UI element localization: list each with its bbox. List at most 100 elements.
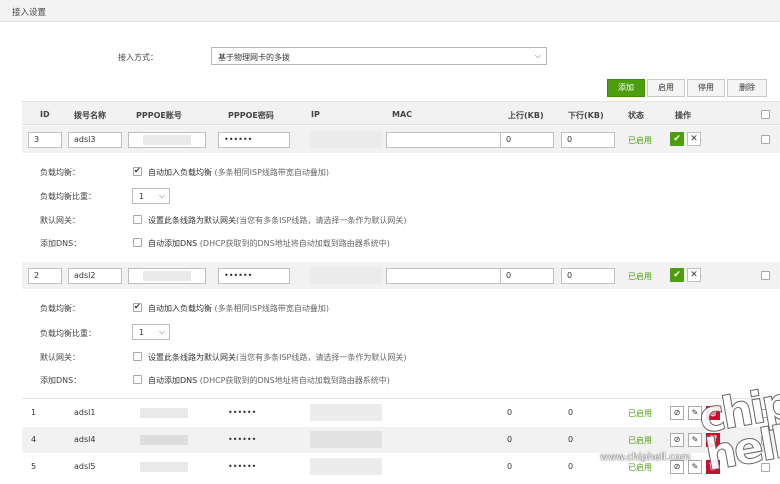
close-icon[interactable]: ✕ <box>687 268 701 282</box>
pppoe-user-input[interactable] <box>128 132 206 148</box>
weight-select[interactable]: 1 ⌵ <box>132 324 170 340</box>
row-up: 0 <box>507 462 513 471</box>
gw-text-main: 设置此条线路为默认网关 <box>148 216 236 225</box>
row-name: adsl1 <box>74 408 96 417</box>
lb-text-main: 自动加入负载均衡 <box>148 168 212 177</box>
enable-button[interactable]: 启用 <box>647 79 685 97</box>
edit-icon[interactable]: ✎ <box>688 433 702 447</box>
weight-select[interactable]: 1 ⌵ <box>132 188 170 204</box>
chevron-down-icon: ⌵ <box>534 51 541 60</box>
dns-hint: (DHCP获取到的DNS地址将自动加载到路由器系统中) <box>199 239 390 248</box>
mode-label: 接入方式： <box>118 53 158 62</box>
row-id: 5 <box>31 462 37 471</box>
dns-hint: (DHCP获取到的DNS地址将自动加载到路由器系统中) <box>199 376 390 385</box>
mode-select[interactable]: 基于物理网卡的多拨 ⌵ <box>211 47 547 65</box>
gw-text: 设置此条线路为默认网关(当您有多条ISP线路，请选择一条作为默认网关) <box>148 352 407 363</box>
disable-button[interactable]: 停用 <box>687 79 725 97</box>
ip-redacted <box>310 458 382 475</box>
mac-input[interactable] <box>386 268 504 284</box>
col-name: 拨号名称 <box>74 111 106 120</box>
dns-text: 自动添加DNS (DHCP获取到的DNS地址将自动加载到路由器系统中) <box>148 238 390 249</box>
gw-label: 默认网关： <box>40 353 80 362</box>
section-header: 接入设置 <box>0 0 780 22</box>
status-badge: 已启用 <box>628 409 652 418</box>
lb-hint: (多条相同ISP线路带宽自动叠加) <box>214 168 330 177</box>
pppoe-user-input[interactable] <box>128 268 206 284</box>
delete-button[interactable]: 删除 <box>727 79 767 97</box>
dns-checkbox[interactable] <box>133 375 142 384</box>
close-icon[interactable]: ✕ <box>687 132 701 146</box>
status-badge: 已启用 <box>628 463 652 472</box>
confirm-icon[interactable]: ✔ <box>670 132 684 146</box>
dns-label: 添加DNS： <box>40 376 82 385</box>
edit-row-adsl3: 3 adsl3 •••••• 0 0 已启用 ✔ ✕ <box>22 126 780 153</box>
confirm-icon[interactable]: ✔ <box>670 268 684 282</box>
id-input[interactable]: 3 <box>28 132 62 148</box>
table-row: 4 adsl4 •••••• 0 0 已启用 ⊘ ✎ 🗑 <box>22 427 780 453</box>
weight-value: 1 <box>139 328 145 337</box>
row-id: 1 <box>31 408 37 417</box>
row-password: •••••• <box>228 435 257 444</box>
table-header: ID 拨号名称 PPPOE账号 PPPOE密码 IP MAC 上行(KB) 下行… <box>22 101 780 125</box>
row-password: •••••• <box>228 408 257 417</box>
down-input[interactable]: 0 <box>561 268 615 284</box>
col-up: 上行(KB) <box>508 111 544 120</box>
row-checkbox[interactable] <box>761 135 770 144</box>
gw-text: 设置此条线路为默认网关(当您有多条ISP线路，请选择一条作为默认网关) <box>148 215 407 226</box>
chevron-down-icon: ⌵ <box>158 327 165 336</box>
col-down: 下行(KB) <box>568 111 604 120</box>
row-name: adsl5 <box>74 462 96 471</box>
lb-checkbox[interactable] <box>133 302 142 312</box>
name-input[interactable]: adsl3 <box>68 132 122 148</box>
disable-icon[interactable]: ⊘ <box>670 406 684 420</box>
status-badge: 已启用 <box>628 436 652 445</box>
row-up: 0 <box>507 435 513 444</box>
select-all-checkbox[interactable] <box>761 110 770 119</box>
weight-value: 1 <box>139 192 145 201</box>
lb-label: 负载均衡： <box>40 304 80 313</box>
gw-text-main: 设置此条线路为默认网关 <box>148 353 236 362</box>
row-password: •••••• <box>228 462 257 471</box>
pppoe-pass-input[interactable]: •••••• <box>218 132 290 148</box>
divider <box>22 398 780 399</box>
weight-label: 负载均衡比重： <box>40 329 96 338</box>
col-pppoe-pass: PPPOE密码 <box>228 111 274 120</box>
gw-checkbox[interactable] <box>133 352 142 361</box>
id-input[interactable]: 2 <box>28 268 62 284</box>
status-badge: 已启用 <box>628 136 652 145</box>
col-status: 状态 <box>628 111 644 120</box>
chevron-down-icon: ⌵ <box>158 191 165 200</box>
up-input[interactable]: 0 <box>500 132 554 148</box>
row-down: 0 <box>568 462 574 471</box>
up-input[interactable]: 0 <box>500 268 554 284</box>
down-input[interactable]: 0 <box>561 132 615 148</box>
lb-text-main: 自动加入负载均衡 <box>148 304 212 313</box>
redacted-value <box>140 462 188 472</box>
dns-text-main: 自动添加DNS <box>148 239 198 248</box>
dns-checkbox[interactable] <box>133 238 142 247</box>
lb-hint: (多条相同ISP线路带宽自动叠加) <box>214 304 330 313</box>
mode-select-value: 基于物理网卡的多拨 <box>218 53 290 62</box>
col-ops: 操作 <box>675 111 691 120</box>
redacted-value <box>140 408 188 418</box>
row-down: 0 <box>568 435 574 444</box>
redacted-value <box>143 271 191 281</box>
name-input[interactable]: adsl2 <box>68 268 122 284</box>
dns-label: 添加DNS： <box>40 239 82 248</box>
redacted-value <box>143 135 191 145</box>
ip-redacted <box>310 131 382 148</box>
ip-redacted <box>310 267 382 284</box>
gw-label: 默认网关： <box>40 216 80 225</box>
lb-checkbox[interactable] <box>133 166 142 176</box>
dns-text: 自动添加DNS (DHCP获取到的DNS地址将自动加载到路由器系统中) <box>148 375 390 386</box>
disable-icon[interactable]: ⊘ <box>670 433 684 447</box>
lb-label: 负载均衡： <box>40 168 80 177</box>
pppoe-pass-input[interactable]: •••••• <box>218 268 290 284</box>
add-button[interactable]: 添加 <box>607 79 645 97</box>
weight-label: 负载均衡比重： <box>40 192 96 201</box>
gw-checkbox[interactable] <box>133 215 142 224</box>
row-checkbox[interactable] <box>761 271 770 280</box>
watermark-url: www.chiphell.com <box>600 452 691 463</box>
mac-input[interactable] <box>386 132 504 148</box>
section-title: 接入设置 <box>12 8 47 18</box>
